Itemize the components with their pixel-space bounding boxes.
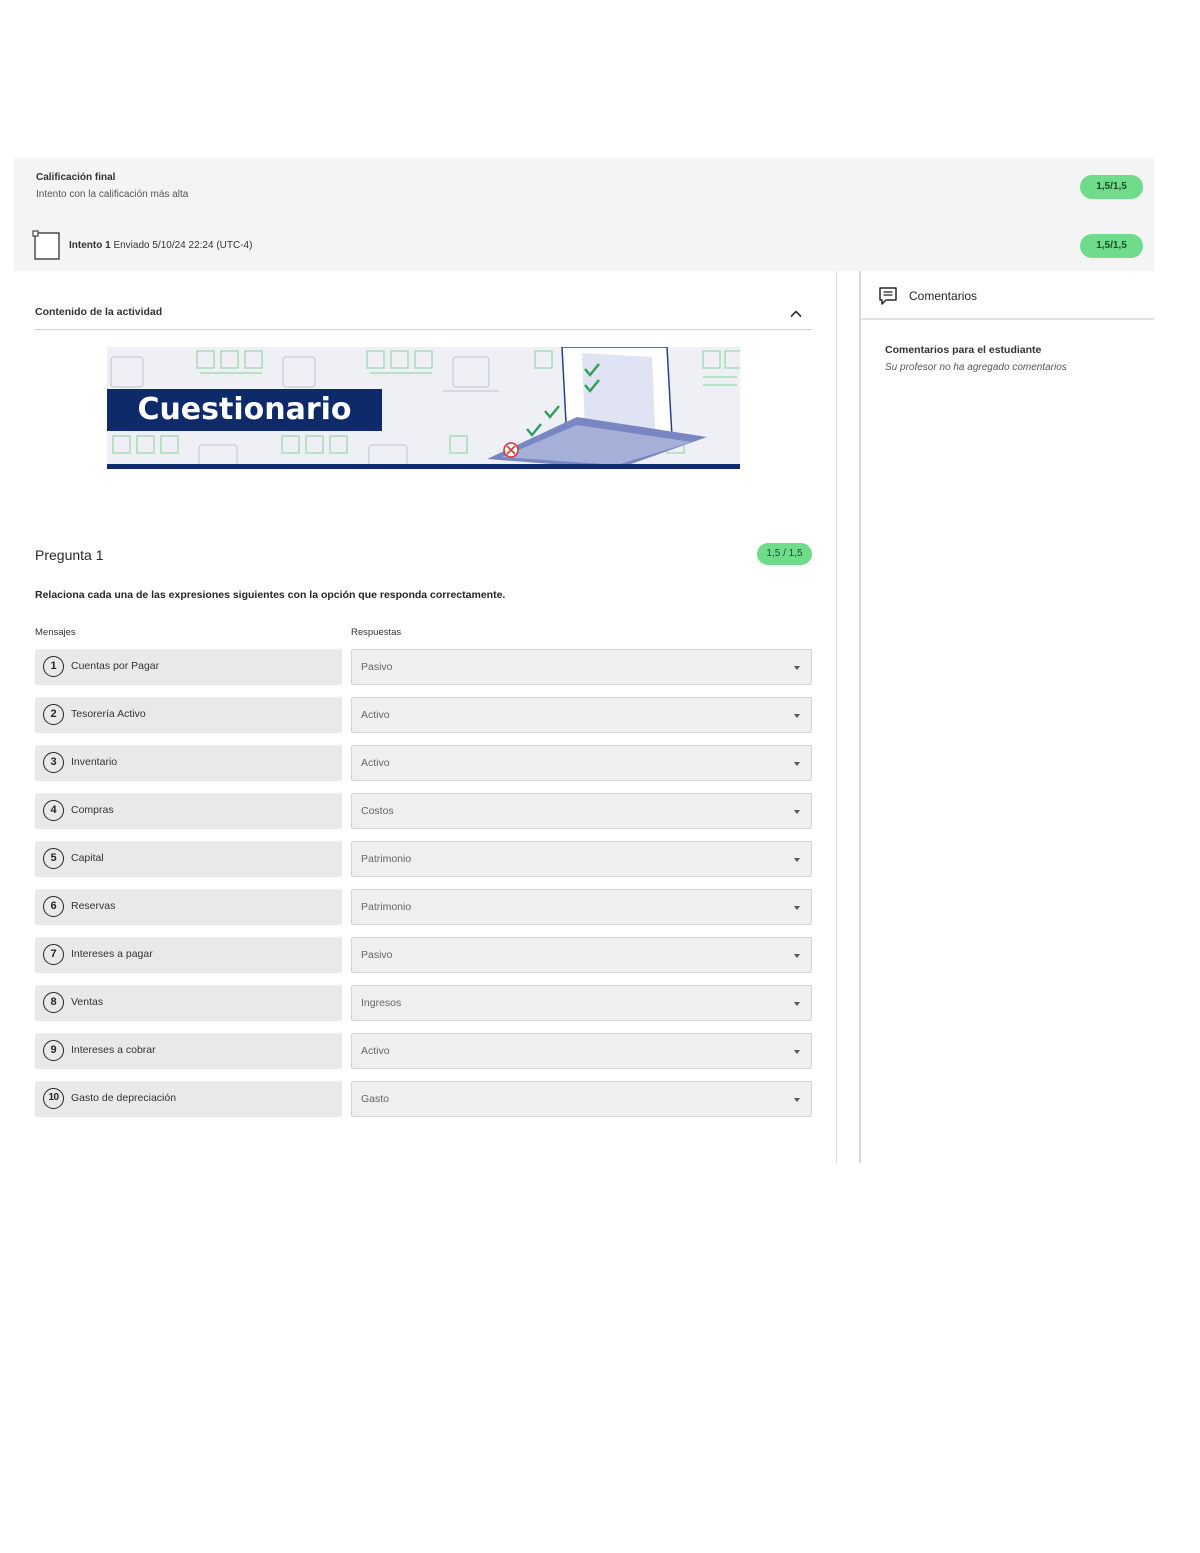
item-number: 6 (43, 896, 64, 917)
final-grade-badge: 1,5/1,5 (1080, 175, 1143, 199)
answers-column-header: Respuestas (351, 627, 402, 638)
item-number: 8 (43, 992, 64, 1013)
answer-select[interactable]: Activo (351, 697, 812, 733)
message-cell: 9 Intereses a cobrar (35, 1033, 342, 1069)
caret-down-icon (794, 954, 800, 958)
attempt-link[interactable]: Intento 1 Enviado 5/10/24 22:24 (UTC-4) (69, 240, 252, 251)
answer-value: Activo (361, 757, 390, 769)
message-text: Tesorería Activo (71, 708, 146, 720)
comments-title: Comentarios (909, 289, 978, 303)
answer-select[interactable]: Patrimonio (351, 841, 812, 877)
message-text: Compras (71, 804, 114, 816)
answer-select[interactable]: Patrimonio (351, 889, 812, 925)
caret-down-icon (794, 666, 800, 670)
answer-select[interactable]: Ingresos (351, 985, 812, 1021)
message-text: Ventas (71, 996, 104, 1008)
message-text: Reservas (71, 900, 116, 912)
answer-select[interactable]: Pasivo (351, 649, 812, 685)
item-number: 4 (43, 800, 64, 821)
item-number: 7 (43, 944, 64, 965)
chevron-up-icon[interactable] (790, 308, 802, 320)
answer-select[interactable]: Activo (351, 745, 812, 781)
document-icon (32, 230, 60, 260)
question-score-badge: 1,5 / 1,5 (757, 543, 812, 565)
grade-summary: Calificación final Intento con la califi… (14, 158, 1154, 271)
caret-down-icon (794, 1002, 800, 1006)
item-number: 10 (43, 1088, 64, 1109)
answer-value: Activo (361, 1045, 390, 1057)
match-row: 2 Tesorería Activo Activo (35, 697, 812, 733)
message-text: Capital (71, 852, 104, 864)
message-cell: 5 Capital (35, 841, 342, 877)
match-row: 10 Gasto de depreciación Gasto (35, 1081, 812, 1117)
caret-down-icon (794, 1050, 800, 1054)
messages-column-header: Mensajes (35, 627, 76, 638)
answer-value: Gasto (361, 1093, 390, 1105)
message-text: Inventario (71, 756, 118, 768)
caret-down-icon (794, 762, 800, 766)
answer-value: Ingresos (361, 997, 402, 1009)
caret-down-icon (794, 714, 800, 718)
answer-select[interactable]: Pasivo (351, 937, 812, 973)
match-row: 7 Intereses a pagar Pasivo (35, 937, 812, 973)
feedback-empty-message: Su profesor no ha agregado comentarios (885, 362, 1067, 373)
comments-panel: Comentarios Comentarios para el estudian… (859, 271, 1154, 1163)
answer-value: Patrimonio (361, 853, 412, 865)
match-row: 1 Cuentas por Pagar Pasivo (35, 649, 812, 685)
answer-value: Activo (361, 709, 390, 721)
message-cell: 8 Ventas (35, 985, 342, 1021)
item-number: 5 (43, 848, 64, 869)
match-row: 5 Capital Patrimonio (35, 841, 812, 877)
question-title: Pregunta 1 (35, 547, 104, 563)
match-row: 8 Ventas Ingresos (35, 985, 812, 1021)
quiz-banner: Cuestionario (107, 347, 740, 469)
message-cell: 2 Tesorería Activo (35, 697, 342, 733)
final-grade-subtitle: Intento con la calificación más alta (36, 189, 189, 200)
answer-select[interactable]: Activo (351, 1033, 812, 1069)
answer-value: Pasivo (361, 661, 393, 673)
attempt-number: Intento 1 (69, 240, 111, 251)
attempt-submitted: Enviado 5/10/24 22:24 (UTC-4) (113, 240, 253, 251)
match-row: 4 Compras Costos (35, 793, 812, 829)
message-text: Gasto de depreciación (71, 1092, 177, 1104)
message-cell: 7 Intereses a pagar (35, 937, 342, 973)
answer-select[interactable]: Gasto (351, 1081, 812, 1117)
answer-value: Costos (361, 805, 394, 817)
message-text: Cuentas por Pagar (71, 660, 160, 672)
answer-select[interactable]: Costos (351, 793, 812, 829)
activity-content-panel: Contenido de la actividad Cuestionario P… (14, 271, 837, 1163)
message-cell: 6 Reservas (35, 889, 342, 925)
match-row: 6 Reservas Patrimonio (35, 889, 812, 925)
match-row: 3 Inventario Activo (35, 745, 812, 781)
banner-title: Cuestionario (137, 392, 352, 427)
question-prompt: Relaciona cada una de las expresiones si… (35, 589, 506, 601)
attempt-grade-badge: 1,5/1,5 (1080, 234, 1143, 258)
item-number: 9 (43, 1040, 64, 1061)
match-row: 9 Intereses a cobrar Activo (35, 1033, 812, 1069)
answer-value: Patrimonio (361, 901, 412, 913)
message-text: Intereses a cobrar (71, 1044, 156, 1056)
message-cell: 4 Compras (35, 793, 342, 829)
banner-underline (107, 464, 740, 469)
caret-down-icon (794, 1098, 800, 1102)
activity-content-title: Contenido de la actividad (35, 306, 163, 318)
comments-header: Comentarios (861, 271, 1154, 320)
caret-down-icon (794, 906, 800, 910)
message-text: Intereses a pagar (71, 948, 153, 960)
message-cell: 3 Inventario (35, 745, 342, 781)
item-number: 1 (43, 656, 64, 677)
answer-value: Pasivo (361, 949, 393, 961)
feedback-title: Comentarios para el estudiante (885, 344, 1042, 356)
activity-content-header[interactable]: Contenido de la actividad (35, 306, 812, 330)
message-cell: 10 Gasto de depreciación (35, 1081, 342, 1117)
item-number: 2 (43, 704, 64, 725)
item-number: 3 (43, 752, 64, 773)
message-cell: 1 Cuentas por Pagar (35, 649, 342, 685)
banner-title-box: Cuestionario (107, 389, 382, 431)
caret-down-icon (794, 810, 800, 814)
final-grade-title: Calificación final (36, 172, 116, 183)
caret-down-icon (794, 858, 800, 862)
comment-icon (879, 287, 897, 305)
